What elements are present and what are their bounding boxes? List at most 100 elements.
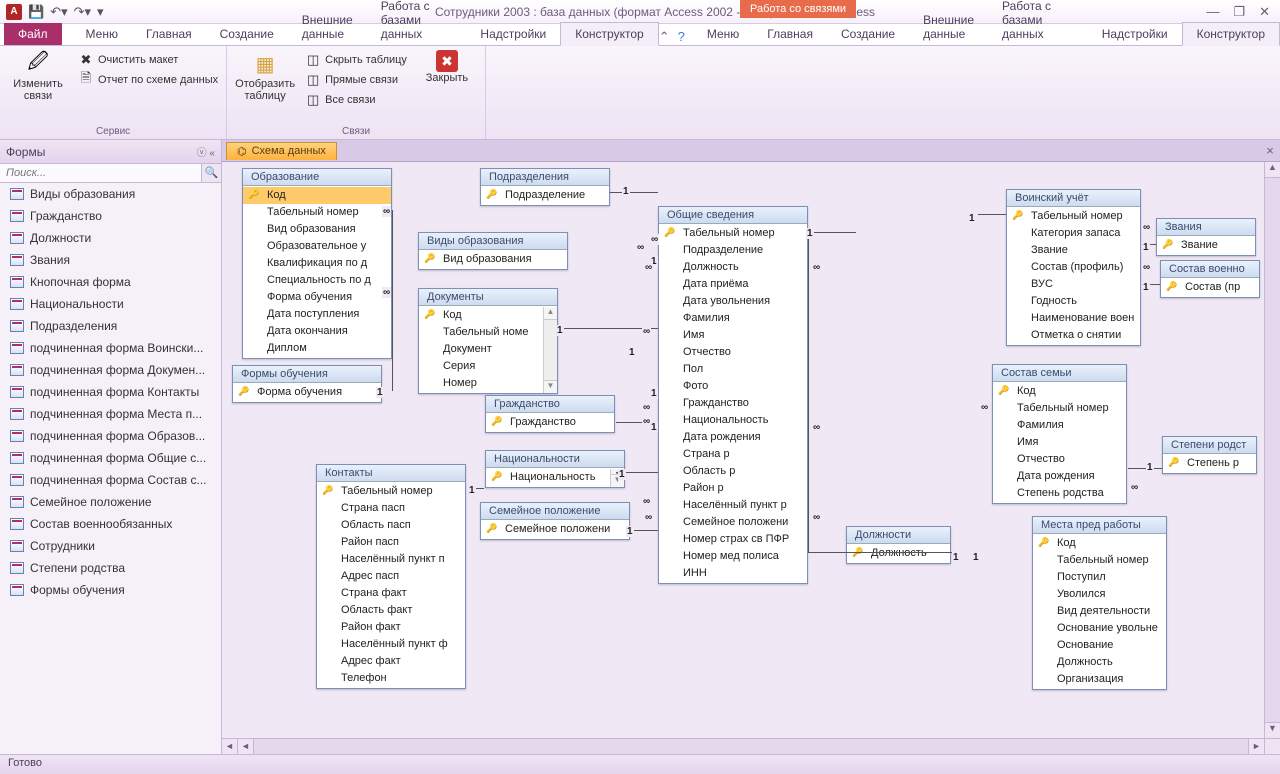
table-field[interactable]: Район пасп	[317, 534, 465, 551]
horizontal-scrollbar[interactable]: ◄ ◄ ►	[222, 738, 1264, 754]
qat-save-icon[interactable]: 💾	[28, 5, 44, 18]
table-field[interactable]: Имя	[659, 327, 807, 344]
table-field[interactable]: Код	[993, 383, 1126, 400]
minimize-button[interactable]: —	[1206, 4, 1219, 20]
table-field[interactable]: Код	[243, 187, 391, 204]
table-field[interactable]: Уволился	[1033, 586, 1166, 603]
ribbon-tab[interactable]: Конструктор	[1182, 22, 1280, 46]
table-scrollbar[interactable]	[543, 307, 557, 393]
nav-header[interactable]: Формы ⓥ «	[0, 140, 221, 164]
scroll-left2-icon[interactable]: ◄	[238, 739, 254, 754]
table-field[interactable]: Вид образования	[419, 251, 567, 268]
close-tab-button[interactable]: ×	[1260, 143, 1280, 158]
table-field[interactable]: Фамилия	[659, 310, 807, 327]
nav-form-item[interactable]: подчиненная форма Образов...	[0, 425, 221, 447]
table-field[interactable]: Населённый пункт п	[317, 551, 465, 568]
ribbon-tab[interactable]: Главная	[132, 23, 206, 45]
table-field[interactable]: Табельный номе	[419, 324, 557, 341]
table-mil_comp[interactable]: Состав военноСостав (пр	[1160, 260, 1260, 298]
table-edu_forms[interactable]: Формы обученияФорма обучения	[232, 365, 382, 403]
table-field[interactable]: Дата приёма	[659, 276, 807, 293]
relationships-diagram-tab[interactable]: ⌬ Схема данных	[226, 142, 337, 160]
nav-form-item[interactable]: Подразделения	[0, 315, 221, 337]
close-button[interactable]: ✕	[1259, 4, 1270, 20]
table-field[interactable]: Код	[419, 307, 557, 324]
ribbon-tab[interactable]: Создание	[206, 23, 288, 45]
table-subdiv[interactable]: ПодразделенияПодразделение	[480, 168, 610, 206]
table-field[interactable]: Населённый пункт р	[659, 497, 807, 514]
ribbon-minimize-icon[interactable]: ⌃	[659, 29, 670, 45]
hide-table-button[interactable]: ◫Скрыть таблицу	[305, 50, 407, 70]
qat-undo-icon[interactable]: ↶▾	[50, 5, 67, 18]
ribbon-tab[interactable]: Внешние данные	[909, 9, 988, 45]
table-field[interactable]: Область пасп	[317, 517, 465, 534]
table-field[interactable]: Квалификация по д	[243, 255, 391, 272]
nav-form-item[interactable]: подчиненная форма Общие с...	[0, 447, 221, 469]
table-field[interactable]: Должность	[1033, 654, 1166, 671]
table-header[interactable]: Документы	[419, 289, 557, 306]
table-field[interactable]: Дата поступления	[243, 306, 391, 323]
table-header[interactable]: Гражданство	[486, 396, 614, 413]
table-field[interactable]: Подразделение	[659, 242, 807, 259]
table-field[interactable]: Табельный номер	[659, 225, 807, 242]
table-military[interactable]: Воинский учётТабельный номерКатегория за…	[1006, 189, 1141, 346]
help-icon[interactable]: ?	[678, 29, 685, 45]
table-positions[interactable]: ДолжностиДолжность	[846, 526, 951, 564]
table-field[interactable]: Область факт	[317, 602, 465, 619]
edit-relationships-button[interactable]: 🖉 Изменить связи	[8, 50, 68, 102]
table-field[interactable]: Гражданство	[659, 395, 807, 412]
vertical-scrollbar[interactable]: ▲ ▼	[1264, 162, 1280, 738]
relationship-report-button[interactable]: 🗎Отчет по схеме данных	[78, 70, 218, 90]
table-kinship[interactable]: Степени родстСтепень р	[1162, 436, 1257, 474]
table-field[interactable]: Область р	[659, 463, 807, 480]
table-field[interactable]: Номер	[419, 375, 557, 392]
nav-form-item[interactable]: Должности	[0, 227, 221, 249]
table-field[interactable]: Подразделение	[481, 187, 609, 204]
table-field[interactable]: Годность	[1007, 293, 1140, 310]
table-field[interactable]: Степень родства	[993, 485, 1126, 502]
table-field[interactable]: Специальность по д	[243, 272, 391, 289]
nav-form-item[interactable]: Кнопочная форма	[0, 271, 221, 293]
table-field[interactable]: Отчество	[993, 451, 1126, 468]
ribbon-tab[interactable]: Надстройки	[466, 23, 560, 45]
nav-form-item[interactable]: Сотрудники	[0, 535, 221, 557]
nav-form-item[interactable]: Степени родства	[0, 557, 221, 579]
ribbon-tab[interactable]: Надстройки	[1088, 23, 1182, 45]
table-field[interactable]: Дата увольнения	[659, 293, 807, 310]
table-field[interactable]: Серия	[419, 358, 557, 375]
nav-form-item[interactable]: Состав военнообязанных	[0, 513, 221, 535]
table-header[interactable]: Виды образования	[419, 233, 567, 250]
table-header[interactable]: Формы обучения	[233, 366, 381, 383]
table-field[interactable]: Наименование воен	[1007, 310, 1140, 327]
nav-form-item[interactable]: Гражданство	[0, 205, 221, 227]
table-field[interactable]: Состав (пр	[1161, 279, 1259, 296]
ribbon-tab[interactable]: Внешние данные	[288, 9, 367, 45]
ribbon-tab[interactable]: Главная	[753, 23, 827, 45]
table-field[interactable]: Табельный номер	[993, 400, 1126, 417]
table-header[interactable]: Степени родст	[1163, 437, 1256, 454]
table-field[interactable]: Населённый пункт ф	[317, 636, 465, 653]
table-field[interactable]: Семейное положени	[481, 521, 629, 538]
table-field[interactable]: Вид образования	[243, 221, 391, 238]
table-field[interactable]: Район р	[659, 480, 807, 497]
table-field[interactable]: Страна факт	[317, 585, 465, 602]
table-field[interactable]: Основание увольне	[1033, 620, 1166, 637]
table-header[interactable]: Национальности	[486, 451, 624, 468]
table-prev_work[interactable]: Места пред работыКодТабельный номерПосту…	[1032, 516, 1167, 690]
table-field[interactable]: Страна пасп	[317, 500, 465, 517]
nav-form-item[interactable]: подчиненная форма Состав с...	[0, 469, 221, 491]
table-field[interactable]: Район факт	[317, 619, 465, 636]
table-field[interactable]: Отчество	[659, 344, 807, 361]
nav-collapse-icon[interactable]: ⓥ «	[197, 144, 215, 159]
table-field[interactable]: Поступил	[1033, 569, 1166, 586]
nav-form-item[interactable]: подчиненная форма Контакты	[0, 381, 221, 403]
table-field[interactable]: Табельный номер	[317, 483, 465, 500]
table-field[interactable]: Номер мед полиса	[659, 548, 807, 565]
table-general[interactable]: Общие сведенияТабельный номерПодразделен…	[658, 206, 808, 584]
table-header[interactable]: Воинский учёт	[1007, 190, 1140, 207]
table-header[interactable]: Контакты	[317, 465, 465, 482]
table-header[interactable]: Образование	[243, 169, 391, 186]
nav-form-item[interactable]: Звания	[0, 249, 221, 271]
table-edu_types[interactable]: Виды образованияВид образования	[418, 232, 568, 270]
table-field[interactable]: Семейное положени	[659, 514, 807, 531]
